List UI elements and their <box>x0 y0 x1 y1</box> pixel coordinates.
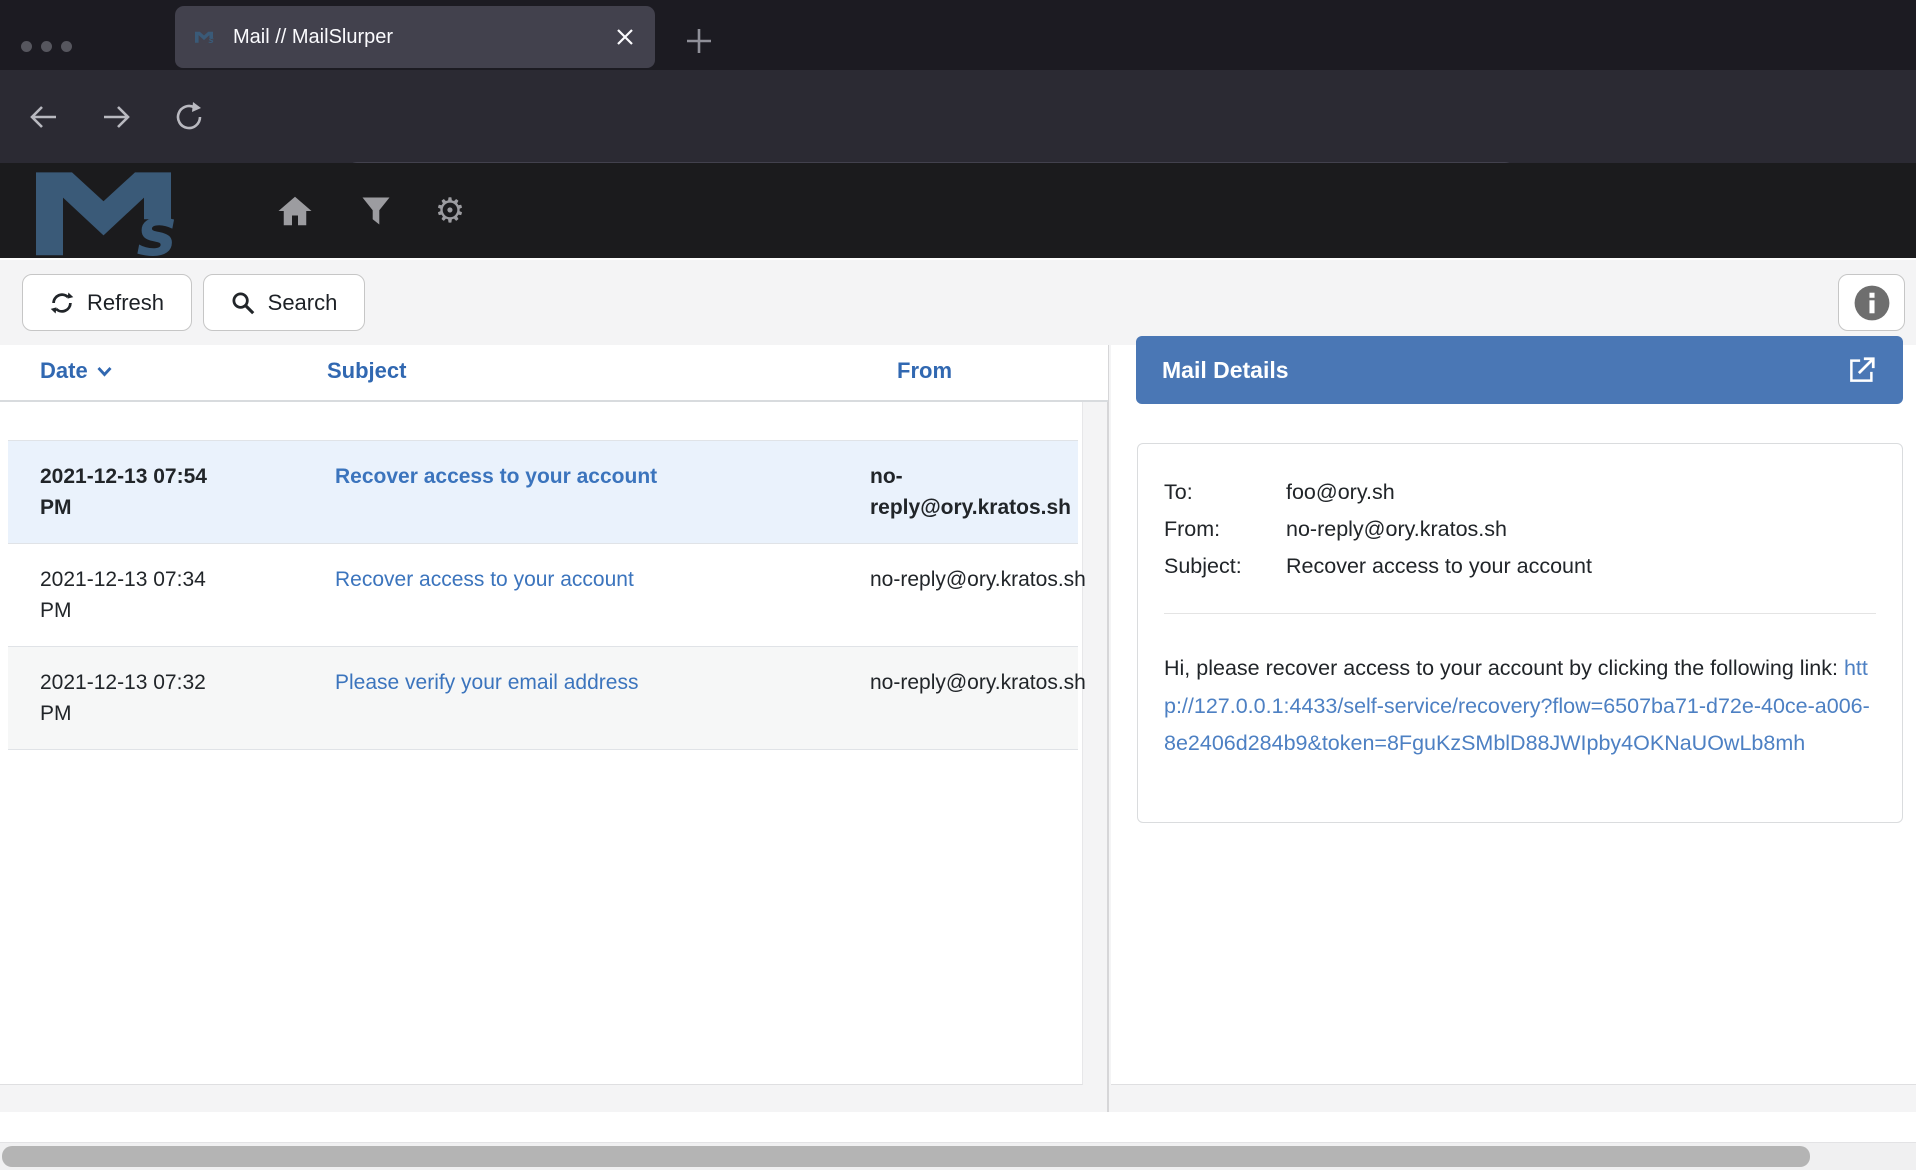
panel-divider <box>1107 345 1109 1112</box>
mail-body: Hi, please recover access to your accoun… <box>1164 650 1874 763</box>
detail-subject-row: Subject: Recover access to your account <box>1164 548 1876 585</box>
column-header-subject[interactable]: Subject <box>327 358 406 384</box>
reload-icon[interactable] <box>174 101 206 133</box>
mail-details-title: Mail Details <box>1162 357 1847 384</box>
browser-toolbar: 127.0.0.1:4436/# 90% ☆ <box>0 70 1916 163</box>
window-dot <box>41 41 52 52</box>
mail-list-header: Date Subject From <box>0 345 1108 402</box>
mail-date: 2021-12-13 07:34 PM <box>8 564 238 626</box>
mail-subject-link[interactable]: Recover access to your account <box>335 564 870 626</box>
detail-from-row: From: no-reply@ory.kratos.sh <box>1164 511 1876 548</box>
subject-column-label: Subject <box>327 358 406 384</box>
mail-details-card: To: foo@ory.sh From: no-reply@ory.kratos… <box>1137 443 1903 823</box>
info-button[interactable] <box>1838 274 1905 331</box>
from-column-label: From <box>897 358 952 384</box>
mail-from: no-reply@ory.kratos.sh <box>870 564 1086 626</box>
mail-row[interactable]: 2021-12-13 07:34 PM Recover access to yo… <box>8 544 1078 647</box>
mail-details-header: Mail Details <box>1136 336 1903 404</box>
mail-list-rows: 2021-12-13 07:54 PM Recover access to yo… <box>8 440 1078 750</box>
refresh-button[interactable]: Refresh <box>22 274 192 331</box>
window-controls[interactable] <box>21 41 72 52</box>
mail-subject-link[interactable]: Please verify your email address <box>335 667 870 729</box>
subject-value: Recover access to your account <box>1286 548 1592 585</box>
mail-row[interactable]: 2021-12-13 07:32 PM Please verify your e… <box>8 647 1078 750</box>
mail-body-text: Hi, please recover access to your accoun… <box>1164 656 1844 680</box>
svg-text:s: s <box>208 36 213 46</box>
search-label: Search <box>268 290 338 316</box>
search-button[interactable]: Search <box>203 274 365 331</box>
tab-close-icon[interactable] <box>615 27 635 47</box>
column-header-from[interactable]: From <box>897 358 952 384</box>
refresh-icon <box>50 291 74 315</box>
browser-tab[interactable]: s Mail // MailSlurper <box>175 6 655 68</box>
svg-text:s: s <box>137 193 177 257</box>
open-external-icon[interactable] <box>1847 355 1877 385</box>
mailslurper-window: s Mail // MailSlurper <box>0 0 1916 1170</box>
mail-from: no-reply@ory.kratos.sh <box>870 461 1086 523</box>
detail-to-row: To: foo@ory.sh <box>1164 474 1876 511</box>
action-bar: Refresh Search <box>0 258 1916 345</box>
gear-glyph: ⚙ <box>435 192 465 230</box>
column-header-date[interactable]: Date <box>40 358 113 384</box>
refresh-label: Refresh <box>87 290 164 316</box>
date-column-label: Date <box>40 358 88 384</box>
browser-tab-strip: s Mail // MailSlurper <box>0 0 1916 70</box>
mail-subject-link[interactable]: Recover access to your account <box>335 461 870 523</box>
footer-strip <box>0 1112 1916 1143</box>
mailslurper-favicon: s <box>195 27 219 47</box>
tab-title: Mail // MailSlurper <box>233 26 615 49</box>
search-icon <box>231 291 255 315</box>
mail-date: 2021-12-13 07:54 PM <box>8 461 238 523</box>
settings-gear-icon[interactable]: ⚙ <box>432 193 468 229</box>
scrollbar-thumb[interactable] <box>2 1146 1810 1167</box>
mail-from: no-reply@ory.kratos.sh <box>870 667 1086 729</box>
chevron-down-icon <box>96 364 113 378</box>
window-dot <box>21 41 32 52</box>
from-value: no-reply@ory.kratos.sh <box>1286 511 1507 548</box>
mail-row[interactable]: 2021-12-13 07:54 PM Recover access to yo… <box>8 441 1078 544</box>
info-icon <box>1853 284 1891 322</box>
forward-icon[interactable] <box>100 101 132 133</box>
new-tab-icon[interactable] <box>683 25 715 57</box>
mailslurper-logo[interactable]: s <box>26 167 226 257</box>
subject-label: Subject: <box>1164 548 1286 585</box>
to-value: foo@ory.sh <box>1286 474 1395 511</box>
app-navbar: s ⚙ <box>0 163 1916 258</box>
card-divider <box>1164 613 1876 614</box>
back-icon[interactable] <box>28 101 60 133</box>
to-label: To: <box>1164 474 1286 511</box>
horizontal-scrollbar[interactable] <box>0 1143 1916 1170</box>
home-icon[interactable] <box>277 193 313 229</box>
mail-date: 2021-12-13 07:32 PM <box>8 667 238 729</box>
window-dot <box>61 41 72 52</box>
filter-icon[interactable] <box>358 193 394 229</box>
from-label: From: <box>1164 511 1286 548</box>
